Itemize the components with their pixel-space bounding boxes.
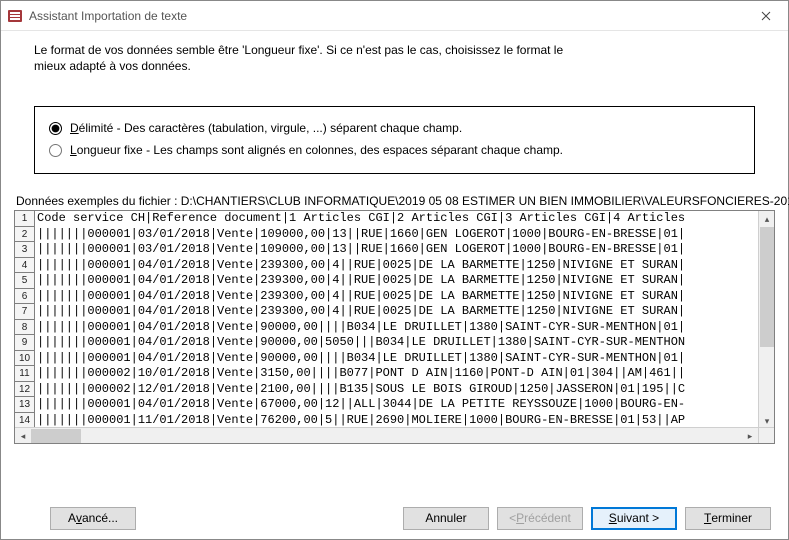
close-button[interactable] <box>743 1 788 31</box>
grid-row: 2|||||||000001|03/01/2018|Vente|109000,0… <box>15 227 774 243</box>
option-fixed-radio[interactable] <box>49 144 62 157</box>
row-number: 1 <box>15 211 35 227</box>
scroll-right-arrow[interactable]: ▸ <box>742 428 758 444</box>
wizard-footer: Avancé... Annuler < Précédent Suivant > … <box>0 496 789 540</box>
sample-file-label: Données exemples du fichier : D:\CHANTIE… <box>0 192 789 210</box>
format-options-group: Délimité - Des caractères (tabulation, v… <box>34 106 755 174</box>
grid-row: 5|||||||000001|04/01/2018|Vente|239300,0… <box>15 273 774 289</box>
grid-row: 10|||||||000001|04/01/2018|Vente|90000,0… <box>15 351 774 367</box>
row-text: Code service CH|Reference document|1 Art… <box>35 211 685 227</box>
wizard-content: Le format de vos données semble être 'Lo… <box>0 30 789 540</box>
grid-row: 9|||||||000001|04/01/2018|Vente|90000,00… <box>15 335 774 351</box>
row-number: 9 <box>15 335 35 351</box>
row-number: 2 <box>15 227 35 243</box>
option-delimited-label: Délimité - Des caractères (tabulation, v… <box>70 121 462 135</box>
option-fixed[interactable]: Longueur fixe - Les champs sont alignés … <box>49 139 740 161</box>
sample-data-grid: 1Code service CH|Reference document|1 Ar… <box>14 210 775 444</box>
option-delimited[interactable]: Délimité - Des caractères (tabulation, v… <box>49 117 740 139</box>
row-number: 5 <box>15 273 35 289</box>
row-number: 10 <box>15 351 35 367</box>
horizontal-scrollbar[interactable]: ◂ ▸ <box>15 427 758 443</box>
scroll-corner <box>758 427 774 443</box>
horizontal-scroll-thumb[interactable] <box>31 429 81 443</box>
row-text: |||||||000001|04/01/2018|Vente|90000,00|… <box>35 320 685 336</box>
intro-line1: Le format de vos données semble être 'Lo… <box>34 42 755 58</box>
row-text: |||||||000001|11/01/2018|Vente|76200,00|… <box>35 413 685 429</box>
next-button[interactable]: Suivant > <box>591 507 677 530</box>
app-icon <box>7 8 23 24</box>
cancel-button[interactable]: Annuler <box>403 507 489 530</box>
advanced-button[interactable]: Avancé... <box>50 507 136 530</box>
grid-row: 1Code service CH|Reference document|1 Ar… <box>15 211 774 227</box>
vertical-scrollbar[interactable]: ▴ ▾ <box>758 211 774 429</box>
row-text: |||||||000001|04/01/2018|Vente|239300,00… <box>35 273 685 289</box>
row-number: 7 <box>15 304 35 320</box>
grid-row: 13|||||||000001|04/01/2018|Vente|67000,0… <box>15 397 774 413</box>
row-text: |||||||000002|12/01/2018|Vente|2100,00||… <box>35 382 685 398</box>
intro-text: Le format de vos données semble être 'Lo… <box>0 30 789 78</box>
row-text: |||||||000001|04/01/2018|Vente|239300,00… <box>35 304 685 320</box>
grid-row: 4|||||||000001|04/01/2018|Vente|239300,0… <box>15 258 774 274</box>
row-text: |||||||000001|04/01/2018|Vente|90000,00|… <box>35 335 685 351</box>
grid-row: 12|||||||000002|12/01/2018|Vente|2100,00… <box>15 382 774 398</box>
row-number: 4 <box>15 258 35 274</box>
row-number: 8 <box>15 320 35 336</box>
grid-row: 11|||||||000002|10/01/2018|Vente|3150,00… <box>15 366 774 382</box>
row-number: 13 <box>15 397 35 413</box>
row-text: |||||||000002|10/01/2018|Vente|3150,00||… <box>35 366 685 382</box>
vertical-scroll-thumb[interactable] <box>760 227 774 347</box>
row-number: 11 <box>15 366 35 382</box>
grid-row: 8|||||||000001|04/01/2018|Vente|90000,00… <box>15 320 774 336</box>
grid-viewport: 1Code service CH|Reference document|1 Ar… <box>15 211 774 429</box>
back-button: < Précédent <box>497 507 583 530</box>
intro-line2: mieux adapté à vos données. <box>34 58 755 74</box>
row-text: |||||||000001|03/01/2018|Vente|109000,00… <box>35 242 685 258</box>
finish-button[interactable]: Terminer <box>685 507 771 530</box>
row-number: 3 <box>15 242 35 258</box>
row-number: 14 <box>15 413 35 429</box>
row-text: |||||||000001|04/01/2018|Vente|239300,00… <box>35 289 685 305</box>
row-text: |||||||000001|04/01/2018|Vente|67000,00|… <box>35 397 685 413</box>
grid-row: 7|||||||000001|04/01/2018|Vente|239300,0… <box>15 304 774 320</box>
scroll-up-arrow[interactable]: ▴ <box>759 211 775 227</box>
close-icon <box>761 8 771 24</box>
grid-row: 6|||||||000001|04/01/2018|Vente|239300,0… <box>15 289 774 305</box>
grid-row: 3|||||||000001|03/01/2018|Vente|109000,0… <box>15 242 774 258</box>
scroll-left-arrow[interactable]: ◂ <box>15 428 31 444</box>
row-text: |||||||000001|03/01/2018|Vente|109000,00… <box>35 227 685 243</box>
row-text: |||||||000001|04/01/2018|Vente|239300,00… <box>35 258 685 274</box>
row-number: 12 <box>15 382 35 398</box>
row-number: 6 <box>15 289 35 305</box>
window-title: Assistant Importation de texte <box>29 9 743 23</box>
grid-row: 14|||||||000001|11/01/2018|Vente|76200,0… <box>15 413 774 429</box>
row-text: |||||||000001|04/01/2018|Vente|90000,00|… <box>35 351 685 367</box>
option-delimited-radio[interactable] <box>49 122 62 135</box>
title-bar: Assistant Importation de texte <box>1 1 788 31</box>
option-fixed-label: Longueur fixe - Les champs sont alignés … <box>70 143 563 157</box>
